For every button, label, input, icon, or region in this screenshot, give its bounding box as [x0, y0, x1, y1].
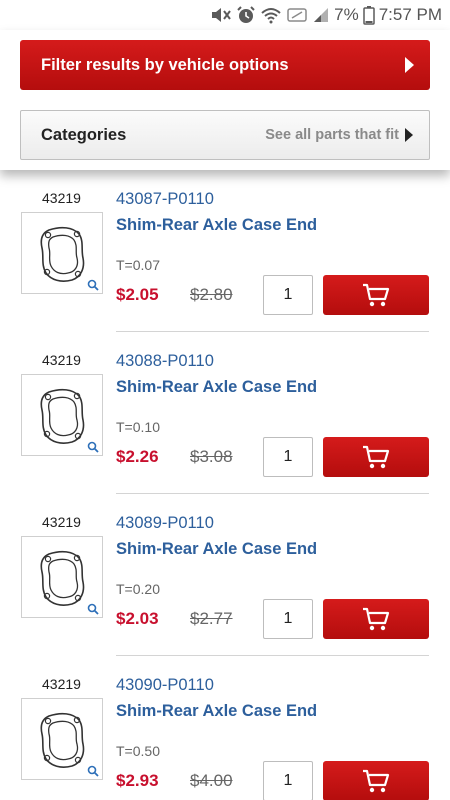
list-price: $2.77: [190, 609, 233, 628]
diagram-ref-number: 43219: [42, 190, 81, 206]
product-thumbnail[interactable]: [21, 536, 103, 618]
part-spec: T=0.20: [116, 581, 160, 597]
zoom-icon[interactable]: [87, 765, 99, 777]
sale-price: $2.93: [116, 771, 159, 790]
mute-icon: [210, 6, 232, 24]
clock: 7:57 PM: [378, 5, 442, 24]
part-spec: T=0.50: [116, 743, 160, 759]
add-to-cart-button[interactable]: [323, 275, 429, 315]
product-row: 43219 43089-P0110 Shim-Rear Axle Case En…: [0, 494, 450, 656]
list-price: $3.08: [190, 447, 233, 466]
sale-price: $2.26: [116, 447, 159, 466]
product-row: 43219 43088-P0110 Shim-Rear Axle Case En…: [0, 332, 450, 494]
quantity-input[interactable]: 1: [263, 275, 313, 315]
product-thumbnail[interactable]: [21, 698, 103, 780]
cart-icon: [363, 769, 390, 793]
zoom-icon[interactable]: [87, 603, 99, 615]
status-bar: 7% 7:57 PM: [0, 0, 450, 30]
part-number-link[interactable]: 43090-P0110: [116, 676, 214, 695]
categories-label: Categories: [41, 125, 127, 144]
quantity-input[interactable]: 1: [263, 761, 313, 800]
filter-header: Filter results by vehicle options Catego…: [0, 30, 450, 170]
gasket-image: [40, 226, 85, 282]
screen: 7% 7:57 PM Filter results by vehicle opt…: [0, 0, 450, 800]
product-thumbnail[interactable]: [21, 374, 103, 456]
chevron-right-icon: [405, 57, 414, 73]
diagram-ref-number: 43219: [42, 514, 81, 530]
product-row: 43219 43090-P0110 Shim-Rear Axle Case En…: [0, 656, 450, 800]
wifi-icon: [260, 6, 282, 24]
chevron-right-icon: [405, 128, 413, 142]
product-thumbnail[interactable]: [21, 212, 103, 294]
add-to-cart-button[interactable]: [323, 599, 429, 639]
quantity-input[interactable]: 1: [263, 437, 313, 477]
list-price: $2.80: [190, 285, 233, 304]
list-price: $4.00: [190, 771, 233, 790]
gasket-image: [40, 388, 85, 444]
categories-button[interactable]: Categories See all parts that fit: [20, 110, 430, 160]
gasket-image: [40, 712, 85, 768]
nfc-icon: [286, 6, 308, 24]
diagram-ref-number: 43219: [42, 676, 81, 692]
part-spec: T=0.10: [116, 419, 160, 435]
filter-button-label: Filter results by vehicle options: [41, 55, 289, 74]
part-number-link[interactable]: 43088-P0110: [116, 352, 214, 371]
cart-icon: [363, 283, 390, 307]
cart-icon: [363, 607, 390, 631]
part-number-link[interactable]: 43087-P0110: [116, 190, 214, 209]
zoom-icon[interactable]: [87, 279, 99, 291]
sale-price: $2.03: [116, 609, 159, 628]
see-all-parts-link[interactable]: See all parts that fit: [265, 127, 399, 143]
part-name-link[interactable]: Shim-Rear Axle Case End: [116, 216, 317, 235]
battery-percent: 7%: [334, 5, 359, 24]
diagram-ref-number: 43219: [42, 352, 81, 368]
filter-vehicle-button[interactable]: Filter results by vehicle options: [20, 40, 430, 90]
product-row: 43219 43087-P0110 Shim-Rear Axle Case En…: [0, 170, 450, 332]
part-spec: T=0.07: [116, 257, 160, 273]
product-list: 43219 43087-P0110 Shim-Rear Axle Case En…: [0, 170, 450, 800]
part-name-link[interactable]: Shim-Rear Axle Case End: [116, 540, 317, 559]
alarm-icon: [236, 6, 256, 24]
part-name-link[interactable]: Shim-Rear Axle Case End: [116, 702, 317, 721]
add-to-cart-button[interactable]: [323, 437, 429, 477]
add-to-cart-button[interactable]: [323, 761, 429, 800]
part-number-link[interactable]: 43089-P0110: [116, 514, 214, 533]
status-icons: 7% 7:57 PM: [210, 4, 442, 26]
signal-icon: [312, 6, 330, 24]
zoom-icon[interactable]: [87, 441, 99, 453]
sale-price: $2.05: [116, 285, 159, 304]
cart-icon: [363, 445, 390, 469]
battery-icon: [362, 5, 375, 25]
gasket-image: [40, 550, 85, 606]
quantity-input[interactable]: 1: [263, 599, 313, 639]
part-name-link[interactable]: Shim-Rear Axle Case End: [116, 378, 317, 397]
